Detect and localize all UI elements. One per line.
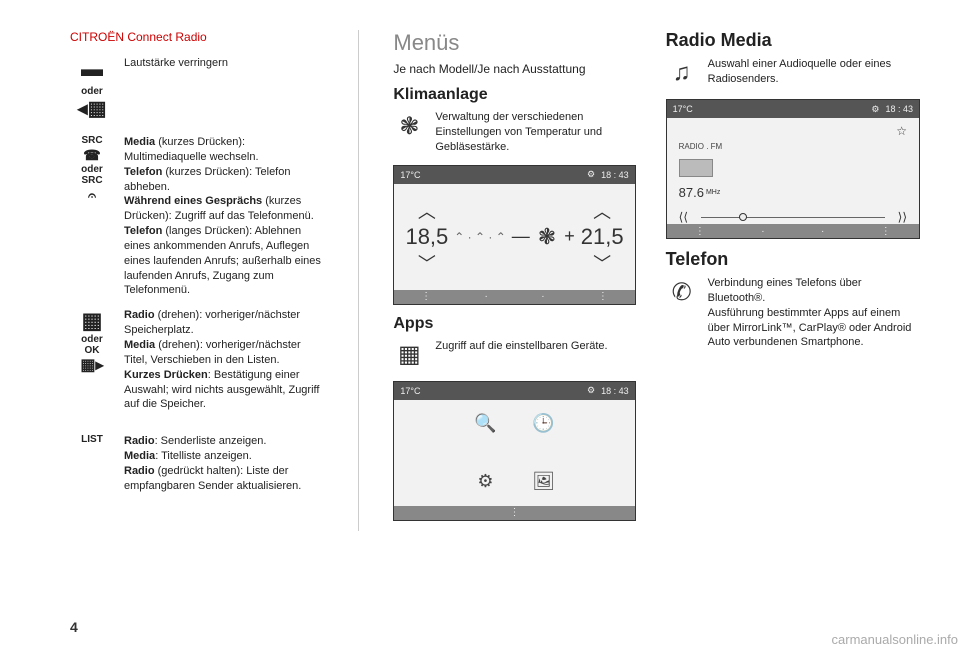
phone-handset-icon: 𝄐 (70, 188, 114, 202)
plus-icon[interactable]: + (564, 226, 575, 247)
or-label-1: oder (70, 86, 114, 97)
app-tile-4[interactable]: 🖼 (532, 470, 556, 494)
gear-icon: ⚙ (587, 385, 595, 396)
phone-icon: ✆ (666, 276, 698, 308)
apps-heading: Apps (393, 315, 635, 333)
radio-rotate-desc: Radio (drehen): vorheriger/nächster Spei… (124, 308, 324, 412)
temp-right-value: 21,5 (581, 224, 624, 250)
seat-row: ⌃ · ⌃ · ⌃ (454, 230, 506, 244)
tuner-marker[interactable] (739, 213, 747, 221)
klima-heading: Klimaanlage (393, 86, 635, 104)
radio-freq: 87.6 MHz (679, 185, 721, 200)
radio-source-label: RADIO . FM (679, 142, 723, 151)
app-tile-1[interactable]: 🔍 (474, 412, 498, 436)
column-divider (358, 30, 359, 531)
app-tile-2[interactable]: 🕒 (532, 412, 556, 436)
chevron-up-icon[interactable]: ︿ (593, 198, 611, 224)
volume-down-icon: ▬ (70, 58, 114, 80)
temp-left-control[interactable]: ︿ 18,5 ﹀ (405, 198, 448, 276)
apps-screen-temp: 17°C (400, 386, 420, 396)
fan-speed-icon: ❃ (538, 224, 556, 250)
vol-down-desc: Lautstärke verringern (124, 56, 324, 82)
menus-title: Menüs (393, 30, 635, 56)
app-tile-3[interactable]: ⚙ (474, 470, 498, 494)
or-label-3: oder (70, 334, 114, 345)
klima-screen-temp: 17°C (400, 170, 420, 180)
radio-screen-clock: 18 : 43 (885, 104, 913, 114)
menu-dots-icon[interactable]: ⋮ (510, 507, 520, 518)
menu-dots-icon[interactable]: ⋮ (421, 291, 431, 302)
klima-screen-clock: 18 : 43 (601, 170, 629, 180)
list-label: LIST (70, 434, 114, 445)
seek-back-icon[interactable]: ⟨⟨ (679, 210, 688, 224)
src-desc: Media (kurzes Drücken): Multimediaquelle… (124, 135, 324, 298)
page-number: 4 (70, 619, 78, 635)
menu-dots-icon[interactable]: ⋮ (695, 226, 705, 237)
minus-icon[interactable]: — (512, 226, 530, 247)
ok-label: OK (70, 345, 114, 356)
temp-right-control[interactable]: ︿ 21,5 ﹀ (581, 198, 624, 276)
gear-icon: ⚙ (871, 104, 879, 115)
station-artwork (679, 159, 713, 177)
apps-grid-icon: ▦ (393, 339, 425, 371)
klima-desc: Verwaltung der verschiedenen Einstellung… (435, 110, 635, 155)
radio-screen: 17°C ⚙ 18 : 43 ☆ RADIO . FM 87.6 MHz ⟨⟨ … (666, 99, 920, 239)
radio-screen-temp: 17°C (673, 104, 693, 114)
wheel-icon: ◂▦ (70, 99, 114, 119)
chevron-down-icon[interactable]: ﹀ (593, 250, 611, 276)
wheel-radio-icon: ▦ (70, 310, 114, 332)
radio-media-desc: Auswahl einer Audioquelle oder eines Rad… (708, 57, 920, 89)
apps-screen: 17°C ⚙ 18 : 43 🔍 🕒 ⚙ 🖼 ⋮ (393, 381, 635, 521)
fan-speed-control[interactable]: — ❃ + (512, 224, 575, 250)
src-label-2: SRC (70, 175, 114, 186)
apps-desc: Zugriff auf die einstellbaren Geräte. (435, 339, 635, 371)
music-note-icon: ♫ (666, 57, 698, 89)
list-desc: Radio: Senderliste anzeigen. Media: Tite… (124, 434, 324, 493)
menus-subtitle: Je nach Modell/Je nach Ausstattung (393, 62, 635, 76)
phone-desc: Verbindung eines Telefons über Bluetooth… (708, 276, 920, 350)
or-label-2: oder (70, 164, 114, 175)
chevron-up-icon[interactable]: ︿ (418, 198, 436, 224)
chevron-down-icon[interactable]: ﹀ (418, 250, 436, 276)
menu-dots-icon[interactable]: ⋮ (598, 291, 608, 302)
radio-media-heading: Radio Media (666, 30, 920, 51)
apps-screen-clock: 18 : 43 (601, 386, 629, 396)
wheel-ok-icon: ▦▸ (70, 358, 114, 374)
temp-left-value: 18,5 (405, 224, 448, 250)
tuner-control[interactable]: ⟨⟨ ⟩⟩ (679, 210, 907, 224)
klima-screen: 17°C ⚙ 18 : 43 ︿ 18,5 ﹀ ⌃ · ⌃ · ⌃ — ❃ + (393, 165, 635, 305)
watermark: carmanualsonline.info (832, 632, 958, 647)
phone-src-icon: ☎ (70, 148, 114, 162)
phone-heading: Telefon (666, 249, 920, 270)
fan-icon: ❃ (393, 110, 425, 142)
gear-icon: ⚙ (587, 169, 595, 180)
star-icon[interactable]: ☆ (896, 124, 907, 138)
menu-dots-icon[interactable]: ⋮ (881, 226, 891, 237)
seek-fwd-icon[interactable]: ⟩⟩ (898, 210, 907, 224)
src-label-1: SRC (70, 135, 114, 146)
page-header: CITROËN Connect Radio (70, 30, 324, 44)
